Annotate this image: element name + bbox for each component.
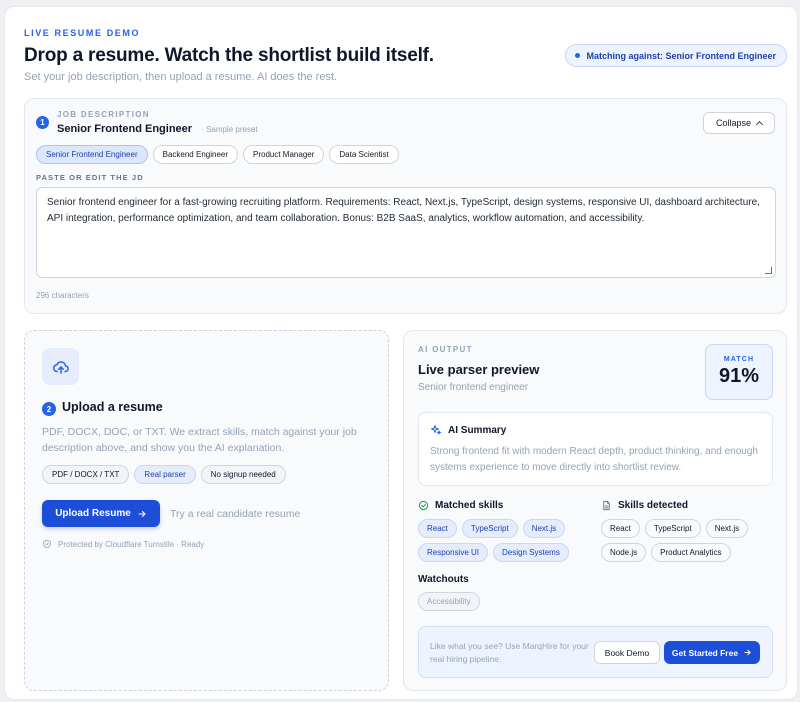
jd-preset-note: · Sample preset — [201, 125, 258, 134]
collapse-button[interactable]: Collapse — [702, 112, 775, 134]
arrow-right-icon — [138, 510, 146, 517]
jd-text: Senior frontend engineer for a fast-grow… — [47, 197, 760, 224]
skill-chip: TypeScript — [461, 519, 518, 538]
ai-summary-card: AI Summary Strong frontend fit with mode… — [418, 412, 773, 486]
jd-title: Senior Frontend Engineer · Sample preset — [57, 123, 258, 135]
matching-pill: Matching against: Senior Frontend Engine… — [565, 44, 787, 67]
cta-text: Like what you see? Use MarqHire for your… — [430, 641, 589, 664]
jd-textarea[interactable]: Senior frontend engineer for a fast-grow… — [36, 187, 776, 278]
skill-chip: Product Analytics — [651, 543, 731, 562]
get-started-label: Get Started Free — [671, 647, 739, 658]
match-value: 91% — [718, 365, 760, 387]
preset-chips: Senior Frontend Engineer Backend Enginee… — [36, 145, 399, 164]
upload-dropzone[interactable]: 2 Upload a resume PDF, DOCX, DOC, or TXT… — [24, 330, 389, 691]
parser-chip: Real parser — [134, 465, 196, 484]
watchouts-list: Accessibility — [418, 592, 480, 611]
document-icon — [603, 500, 610, 511]
skill-chip: Next.js — [522, 519, 566, 538]
collapse-label: Collapse — [715, 118, 751, 128]
upload-resume-button[interactable]: Upload Resume — [42, 500, 160, 527]
matched-skills-list: React TypeScript Next.js Responsive UI D… — [418, 519, 588, 562]
skill-chip: Responsive UI — [418, 543, 489, 562]
upload-title: Upload a resume — [62, 400, 163, 414]
step-badge: 2 — [42, 402, 56, 416]
ai-summary-text: Strong frontend fit with modern React de… — [430, 446, 758, 473]
skill-chip: React — [601, 519, 640, 538]
skill-chip: Node.js — [601, 543, 647, 562]
arrow-right-icon — [744, 649, 751, 656]
preset-data-scientist[interactable]: Data Scientist — [329, 145, 399, 164]
format-chip: PDF / DOCX / TXT — [42, 465, 130, 484]
check-circle-icon — [418, 500, 429, 511]
skill-chip: Design Systems — [493, 543, 569, 562]
watchout-chip: Accessibility — [418, 592, 480, 611]
page-subtitle: Set your job description, then upload a … — [24, 71, 338, 83]
page-title: Drop a resume. Watch the shortlist build… — [24, 45, 434, 66]
ai-section-label: AI OUTPUT — [418, 345, 473, 354]
ai-subtitle: Senior frontend engineer — [418, 382, 529, 393]
ai-output-panel: AI OUTPUT Live parser preview Senior fro… — [403, 330, 787, 691]
watchouts-title: Watchouts — [418, 574, 469, 585]
character-count: 296 characters — [36, 291, 89, 300]
skills-detected-heading: Skills detected — [601, 500, 688, 511]
upload-hint: Try a real candidate resume — [170, 508, 301, 520]
skill-chip: React — [418, 519, 457, 538]
chevron-up-icon — [755, 120, 764, 129]
upload-chips: PDF / DOCX / TXT Real parser No signup n… — [42, 465, 286, 484]
matched-skills-heading: Matched skills — [418, 500, 503, 511]
upload-description: PDF, DOCX, DOC, or TXT. We extract skill… — [42, 426, 357, 454]
demo-card: LIVE RESUME DEMO Drop a resume. Watch th… — [4, 6, 798, 700]
turnstile-status: Protected by Cloudflare Turnstile · Read… — [42, 539, 204, 549]
matching-pill-label: Matching against: Senior Frontend Engine… — [586, 50, 776, 61]
job-description-panel: 1 JOB DESCRIPTION Senior Frontend Engine… — [24, 98, 787, 314]
preset-backend[interactable]: Backend Engineer — [152, 145, 239, 164]
ai-summary-heading: AI Summary — [430, 424, 506, 436]
skill-chip: TypeScript — [644, 519, 701, 538]
turnstile-text: Protected by Cloudflare Turnstile · Read… — [58, 539, 205, 549]
eyebrow: LIVE RESUME DEMO — [24, 28, 141, 38]
preset-senior-frontend[interactable]: Senior Frontend Engineer — [36, 145, 148, 164]
cloud-upload-icon — [42, 348, 79, 385]
cta-banner: Like what you see? Use MarqHire for your… — [418, 626, 773, 678]
jd-section-label: JOB DESCRIPTION — [57, 110, 150, 119]
match-score: MATCH 91% — [705, 344, 773, 400]
skills-detected-list: React TypeScript Next.js Node.js Product… — [601, 519, 771, 562]
upload-button-label: Upload Resume — [55, 508, 131, 519]
shield-check-icon — [43, 539, 51, 549]
sparkles-icon — [431, 425, 441, 435]
skills-detected-title: Skills detected — [618, 500, 689, 511]
ai-title: Live parser preview — [418, 362, 540, 377]
match-label: MATCH — [723, 356, 755, 363]
ai-summary-title: AI Summary — [448, 424, 507, 436]
matched-skills-title: Matched skills — [435, 500, 504, 511]
step-badge: 1 — [36, 116, 49, 129]
resize-handle-icon[interactable] — [765, 267, 772, 274]
signup-chip: No signup needed — [200, 465, 286, 484]
jd-title-text: Senior Frontend Engineer — [57, 123, 193, 135]
get-started-button[interactable]: Get Started Free — [664, 641, 760, 664]
book-demo-button[interactable]: Book Demo — [594, 641, 660, 664]
skill-chip: Next.js — [705, 519, 749, 538]
preset-product-manager[interactable]: Product Manager — [243, 145, 325, 164]
status-dot-icon — [575, 53, 581, 58]
paste-label: PASTE OR EDIT THE JD — [36, 173, 144, 182]
